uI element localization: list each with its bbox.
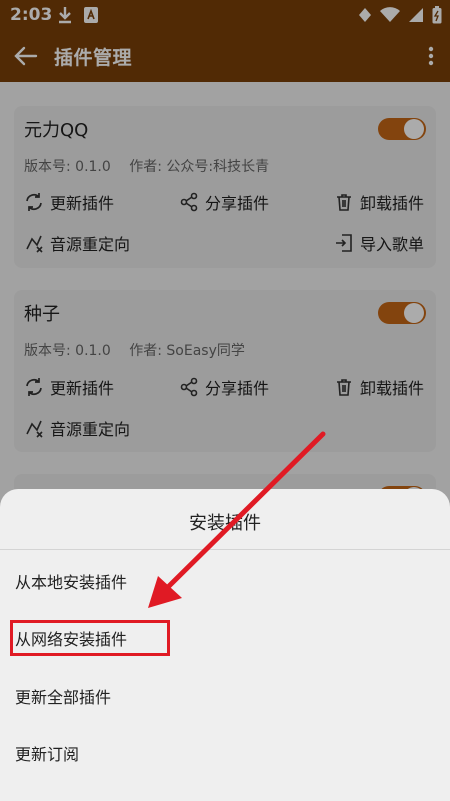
sheet-divider <box>0 549 450 550</box>
update-all-option[interactable]: 更新全部插件 <box>15 684 111 708</box>
annotation-highlight-box <box>10 620 170 656</box>
sheet-title: 安装插件 <box>189 513 261 534</box>
update-subscription-option[interactable]: 更新订阅 <box>15 741 79 765</box>
install-local-option[interactable]: 从本地安装插件 <box>15 569 127 593</box>
